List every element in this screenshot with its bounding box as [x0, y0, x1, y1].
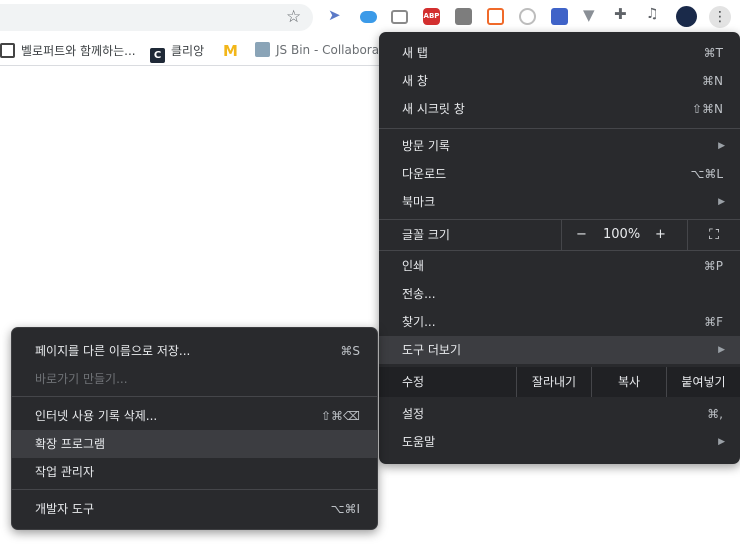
star-icon[interactable]: ☆	[286, 7, 301, 27]
menu-item-developer-tools[interactable]: 개발자 도구 ⌥⌘I	[12, 495, 377, 523]
menu-item-help[interactable]: 도움말 ▶	[379, 428, 740, 456]
menu-item-label: 페이지를 다른 이름으로 저장...	[35, 344, 191, 358]
menu-item-task-manager[interactable]: 작업 관리자	[12, 458, 377, 486]
menu-item-clear-history[interactable]: 인터넷 사용 기록 삭제... ⇧⌘⌫	[12, 402, 377, 430]
menu-item-find[interactable]: 찾기... ⌘F	[379, 308, 740, 336]
blue-ext-icon[interactable]	[551, 8, 568, 25]
menu-divider	[379, 250, 740, 251]
menu-item-label: 다운로드	[402, 167, 447, 181]
menu-item-cast[interactable]: 전송...	[379, 280, 740, 308]
tab-manager-ext-icon[interactable]	[391, 10, 408, 24]
menu-item-new-tab[interactable]: 새 탭 ⌘T	[379, 39, 740, 67]
media-icon[interactable]: ♫	[646, 6, 663, 23]
zoom-in-button[interactable]: +	[655, 220, 666, 250]
chevron-right-icon: ▶	[718, 141, 725, 151]
menu-item-label: 도구 더보기	[402, 343, 462, 357]
telegram-ext-icon[interactable]: ➤	[328, 6, 345, 24]
more-tools-submenu: 페이지를 다른 이름으로 저장... ⌘S 바로가기 만들기... 인터넷 사용…	[11, 327, 378, 530]
menu-item-label: 전송...	[402, 287, 436, 301]
shortcut-label: ⇧⌘N	[691, 102, 723, 116]
menu-item-label: 새 창	[402, 74, 428, 88]
menu-item-label: 개발자 도구	[35, 502, 95, 516]
menu-item-label: 새 탭	[402, 46, 428, 60]
menu-item-bookmarks[interactable]: 북마크 ▶	[379, 188, 740, 216]
shortcut-label: ⌘F	[704, 315, 723, 329]
edit-label: 수정	[402, 375, 425, 389]
menu-item-create-shortcut: 바로가기 만들기...	[12, 365, 377, 393]
zoom-out-button[interactable]: −	[576, 220, 587, 250]
avatar-ext-icon[interactable]	[455, 8, 472, 25]
clien-icon: C	[150, 48, 165, 63]
menu-item-incognito[interactable]: 새 시크릿 창 ⇧⌘N	[379, 95, 740, 123]
profile-avatar-icon[interactable]	[676, 6, 697, 27]
jsbin-icon	[255, 42, 270, 57]
menu-item-label: 새 시크릿 창	[402, 102, 465, 116]
menu-item-save-page[interactable]: 페이지를 다른 이름으로 저장... ⌘S	[12, 337, 377, 365]
menu-item-label: 확장 프로그램	[35, 437, 106, 451]
book-icon	[0, 43, 15, 58]
bookmark-label: JS Bin - Collabora	[276, 43, 380, 57]
menu-item-label: 설정	[402, 407, 425, 421]
menu-item-settings[interactable]: 설정 ⌘,	[379, 400, 740, 428]
shortcut-label: ⌘S	[340, 344, 360, 358]
record-ext-icon[interactable]	[519, 8, 536, 25]
zoom-row: 글꼴 크기 − 100% + ⛶	[379, 220, 740, 250]
menu-item-extensions[interactable]: 확장 프로그램	[12, 430, 377, 458]
shortcut-label: ⌘P	[703, 259, 723, 273]
menu-item-label: 인쇄	[402, 259, 425, 273]
bookmark-velopert[interactable]: 벨로퍼트와 함께하는...	[0, 42, 136, 60]
adblock-plus-ext-icon[interactable]: ABP	[423, 8, 440, 25]
bookmark-label: 벨로퍼트와 함께하는...	[21, 44, 136, 58]
edit-row: 수정 잘라내기 복사 붙여넣기	[379, 367, 740, 397]
mcdonalds-icon: M	[223, 42, 238, 60]
chevron-right-icon: ▶	[718, 345, 725, 355]
icloud-ext-icon[interactable]	[360, 11, 377, 23]
puzzle-ext-icon[interactable]: ✚	[614, 5, 631, 23]
menu-divider	[379, 128, 740, 129]
menu-item-label: 인터넷 사용 기록 삭제...	[35, 409, 158, 423]
menu-item-label: 작업 관리자	[35, 465, 95, 479]
bookmark-clien[interactable]: C 클리앙	[150, 42, 205, 63]
menu-item-history[interactable]: 방문 기록 ▶	[379, 132, 740, 160]
chevron-right-icon: ▶	[718, 437, 725, 447]
vue-devtools-ext-icon[interactable]: ▼	[583, 6, 600, 24]
cut-button[interactable]: 잘라내기	[516, 367, 591, 397]
menu-item-new-window[interactable]: 새 창 ⌘N	[379, 67, 740, 95]
paste-button[interactable]: 붙여넣기	[666, 367, 740, 397]
menu-item-label: 북마크	[402, 195, 436, 209]
menu-item-label: 도움말	[402, 435, 436, 449]
shortcut-label: ⇧⌘⌫	[320, 409, 360, 423]
zoom-controls: − 100% +	[561, 220, 688, 250]
zoom-label: 글꼴 크기	[402, 228, 450, 242]
chrome-main-menu: 새 탭 ⌘T 새 창 ⌘N 새 시크릿 창 ⇧⌘N 방문 기록 ▶ 다운로드 ⌥…	[379, 32, 740, 464]
shortcut-label: ⌘T	[703, 46, 723, 60]
bookmark-jsbin[interactable]: JS Bin - Collabora	[255, 42, 379, 60]
menu-item-label: 방문 기록	[402, 139, 450, 153]
shortcut-label: ⌘N	[702, 74, 723, 88]
kebab-menu-icon[interactable]: ⋮	[709, 6, 731, 28]
bookmark-mcdonalds[interactable]: M	[223, 42, 244, 60]
address-bar[interactable]	[0, 4, 313, 31]
zoom-level: 100%	[603, 227, 641, 242]
fullscreen-icon[interactable]: ⛶	[688, 220, 740, 250]
bookmark-label: 클리앙	[171, 44, 205, 58]
copy-button[interactable]: 복사	[591, 367, 666, 397]
browser-toolbar: ☆ ➤ ABP ▼ ✚ ♫ ⋮	[0, 0, 740, 34]
layout-ext-icon[interactable]	[487, 8, 504, 25]
menu-divider	[12, 489, 377, 490]
menu-item-print[interactable]: 인쇄 ⌘P	[379, 252, 740, 280]
shortcut-label: ⌥⌘I	[330, 502, 360, 516]
menu-item-more-tools[interactable]: 도구 더보기 ▶	[379, 336, 740, 364]
chevron-right-icon: ▶	[718, 197, 725, 207]
menu-item-downloads[interactable]: 다운로드 ⌥⌘L	[379, 160, 740, 188]
shortcut-label: ⌘,	[707, 407, 723, 421]
menu-item-label: 찾기...	[402, 315, 436, 329]
shortcut-label: ⌥⌘L	[690, 167, 723, 181]
menu-item-label: 바로가기 만들기...	[35, 372, 128, 386]
menu-divider	[12, 396, 377, 397]
